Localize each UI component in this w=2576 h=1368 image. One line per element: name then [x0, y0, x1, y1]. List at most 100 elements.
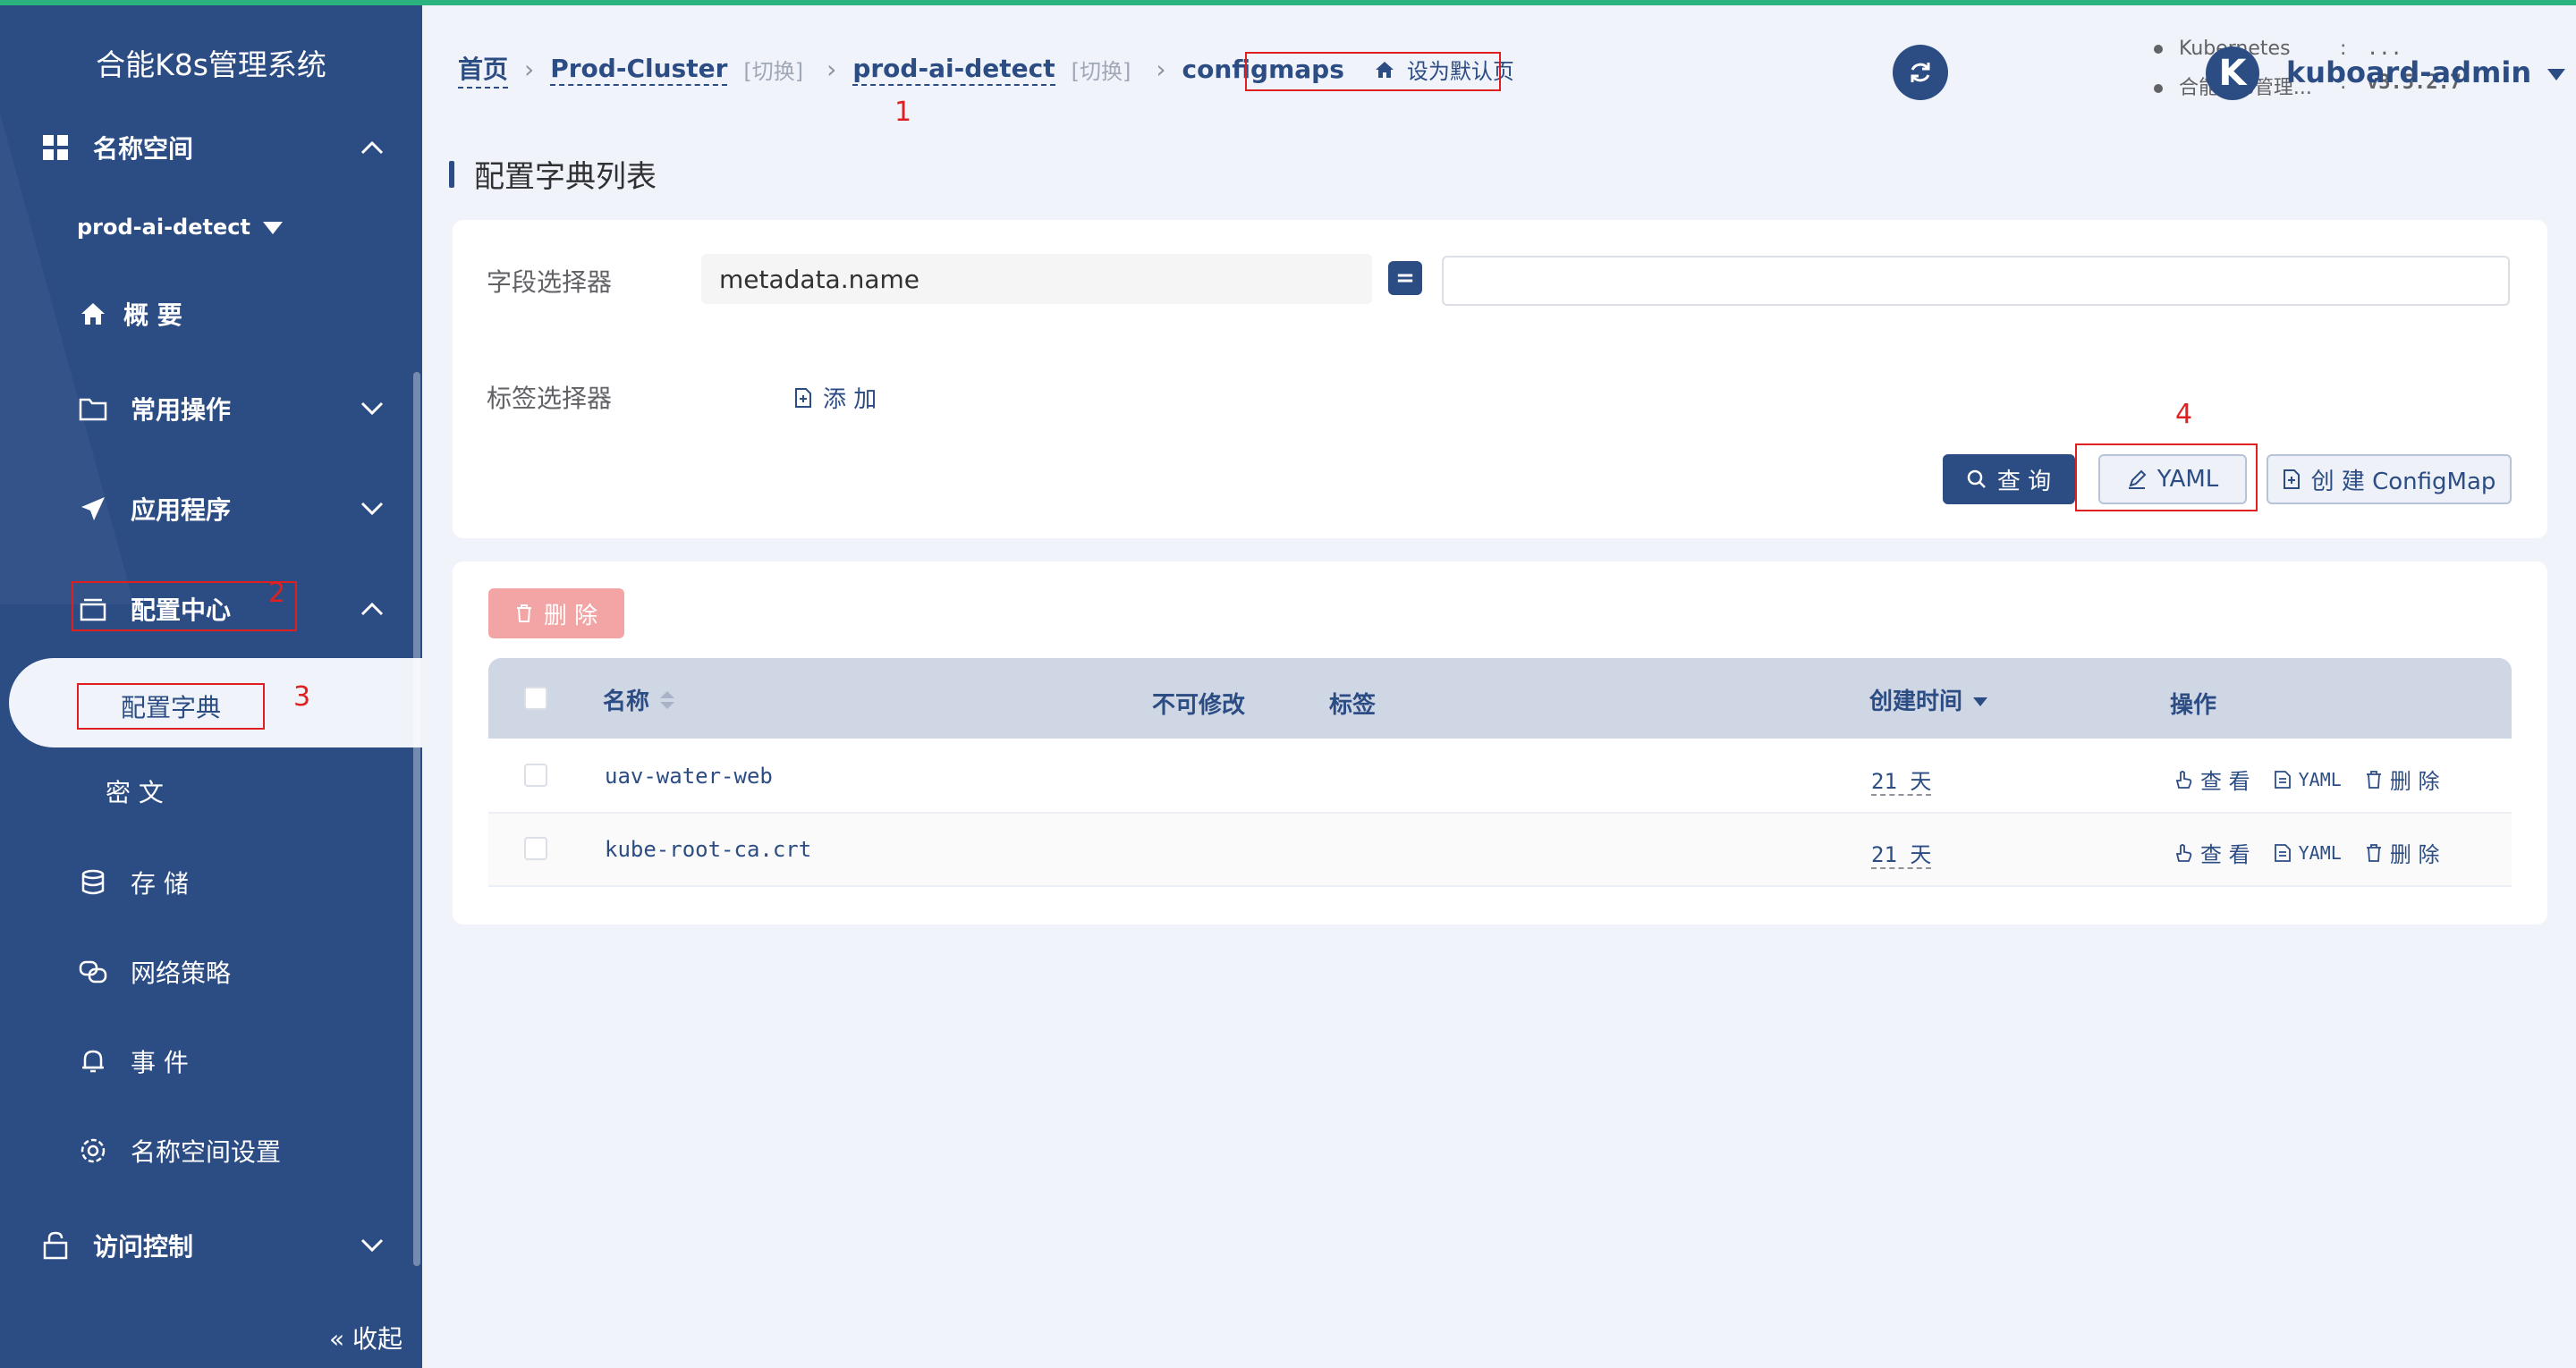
annotation-number-1: 1 — [894, 97, 912, 128]
bullet-icon — [2154, 84, 2163, 93]
folder-icon — [77, 393, 109, 425]
namespace-select[interactable]: prod-ai-detect — [77, 215, 283, 240]
collapse-sidebar-button[interactable]: « 收起 — [329, 1320, 402, 1355]
column-name[interactable]: 名称 — [603, 683, 675, 716]
configmap-name[interactable]: kube-root-ca.crt — [605, 837, 811, 862]
home-icon — [77, 298, 109, 330]
sidebar-item-overview[interactable]: 概 要 — [0, 274, 422, 354]
sidebar: 合能K8s管理系统 名称空间 prod-ai-detect 概 要 常用操作 应… — [0, 5, 422, 1368]
sidebar-item-label: 存 储 — [131, 869, 189, 899]
sidebar-item-events[interactable]: 事 件 — [0, 1021, 422, 1102]
annotation-box-4 — [2075, 443, 2258, 511]
sidebar-item-label: 概 要 — [123, 300, 182, 330]
hand-pointer-icon — [2175, 770, 2192, 789]
row-yaml-button[interactable]: YAML — [2274, 769, 2342, 790]
breadcrumb-home[interactable]: 首页 — [458, 50, 509, 89]
row-delete-button[interactable]: 删 除 — [2365, 764, 2440, 795]
table-header: 名称 不可修改 标签 创建时间 操作 — [488, 658, 2512, 739]
avatar[interactable]: K — [2206, 46, 2259, 100]
column-name-label: 名称 — [603, 688, 650, 715]
chevron-right-icon: › — [826, 55, 837, 84]
create-configmap-button[interactable]: 创 建 ConfigMap — [2267, 454, 2512, 504]
sidebar-item-label: 常用操作 — [131, 395, 232, 425]
create-button-label: 创 建 ConfigMap — [2310, 468, 2496, 495]
sidebar-item-label: 访问控制 — [93, 1232, 194, 1262]
row-delete-label: 删 除 — [2389, 842, 2440, 867]
sidebar-scrollbar[interactable] — [413, 372, 420, 1266]
query-button[interactable]: 查 询 — [1943, 454, 2075, 504]
column-created[interactable]: 创建时间 — [1869, 683, 1988, 716]
annotation-number-2: 2 — [268, 578, 286, 609]
caret-down-icon — [262, 222, 283, 234]
row-actions: 查 看 YAML 删 除 — [2174, 837, 2462, 868]
view-button[interactable]: 查 看 — [2174, 837, 2250, 868]
field-name-input[interactable]: metadata.name — [701, 254, 1372, 304]
sidebar-item-storage[interactable]: 存 储 — [0, 842, 422, 923]
file-add-icon — [795, 387, 811, 408]
breadcrumb-namespace[interactable]: prod-ai-detect — [852, 54, 1055, 86]
operator-equals[interactable]: = — [1388, 261, 1422, 295]
switch-namespace-link[interactable]: [切换] — [1072, 54, 1131, 85]
page-title: 配置字典列表 — [449, 152, 657, 196]
page-title-text: 配置字典列表 — [474, 159, 657, 195]
paper-plane-icon — [77, 493, 109, 525]
sidebar-item-ns-settings[interactable]: 名称空间设置 — [0, 1110, 422, 1191]
created-age: 21 天 — [1871, 842, 1932, 869]
hand-pointer-icon — [2175, 843, 2192, 862]
table-row: kube-root-ca.crt 21 天 查 看 YAML 删 除 — [488, 814, 2512, 887]
add-label-button[interactable]: 添 加 — [794, 381, 877, 414]
annotation-box-1 — [1245, 52, 1501, 91]
sidebar-item-secret[interactable]: 密 文 — [0, 751, 422, 832]
column-created-label: 创建时间 — [1869, 688, 1963, 715]
sidebar-item-namespace[interactable]: 名称空间 — [0, 107, 422, 188]
double-chevron-left-icon: « — [328, 1324, 345, 1354]
chevron-down-icon — [360, 496, 385, 521]
breadcrumb-cluster[interactable]: Prod-Cluster — [550, 54, 728, 86]
grid-icon — [39, 131, 72, 164]
document-icon — [2274, 843, 2291, 862]
row-delete-button[interactable]: 删 除 — [2365, 837, 2440, 868]
field-value-input[interactable] — [1442, 256, 2510, 306]
chevron-down-icon — [360, 1233, 385, 1258]
label-selector-label: 标签选择器 — [487, 384, 613, 413]
sidebar-item-common-ops[interactable]: 常用操作 — [0, 368, 422, 449]
row-yaml-label: YAML — [2298, 768, 2342, 790]
sidebar-item-label: 名称空间 — [93, 134, 194, 164]
row-checkbox[interactable] — [524, 837, 547, 860]
column-labels: 标签 — [1329, 692, 1377, 719]
select-all-checkbox[interactable] — [524, 687, 547, 710]
annotation-number-4: 4 — [2175, 399, 2193, 430]
row-yaml-label: YAML — [2298, 841, 2342, 864]
link-icon — [77, 956, 109, 988]
chevron-right-icon: › — [1156, 55, 1166, 84]
sidebar-item-label: 网络策略 — [131, 958, 232, 988]
sidebar-item-apps[interactable]: 应用程序 — [0, 469, 422, 549]
username: kuboard-admin — [2286, 55, 2532, 89]
batch-delete-label: 删 除 — [543, 602, 598, 629]
switch-cluster-link[interactable]: [切换] — [743, 54, 803, 85]
row-yaml-button[interactable]: YAML — [2274, 842, 2342, 864]
row-delete-label: 删 除 — [2389, 769, 2440, 794]
trash-icon — [516, 604, 531, 622]
document-icon — [2274, 770, 2291, 789]
add-label-text: 添 加 — [823, 386, 877, 413]
view-button[interactable]: 查 看 — [2174, 764, 2250, 795]
refresh-button[interactable] — [1893, 45, 1948, 100]
created-age: 21 天 — [1871, 769, 1932, 796]
sidebar-item-access-control[interactable]: 访问控制 — [0, 1205, 422, 1286]
trash-icon — [2366, 843, 2381, 862]
table-row: uav-water-web 21 天 查 看 YAML 删 除 — [488, 740, 2512, 814]
collapse-label: 收起 — [352, 1324, 402, 1354]
batch-delete-button[interactable]: 删 除 — [488, 588, 624, 638]
annotation-box-2 — [72, 581, 297, 631]
row-checkbox[interactable] — [524, 764, 547, 787]
configmap-name[interactable]: uav-water-web — [605, 764, 773, 789]
bullet-icon — [2154, 45, 2163, 54]
sidebar-item-configmap[interactable]: 配置字典 — [77, 683, 265, 730]
sidebar-item-network-policy[interactable]: 网络策略 — [0, 932, 422, 1012]
chevron-up-icon — [360, 596, 385, 621]
field-selector-label: 字段选择器 — [487, 267, 613, 297]
sidebar-item-label: 事 件 — [131, 1048, 189, 1077]
chevron-right-icon: › — [524, 55, 535, 84]
user-menu[interactable]: kuboard-admin — [2286, 55, 2566, 89]
